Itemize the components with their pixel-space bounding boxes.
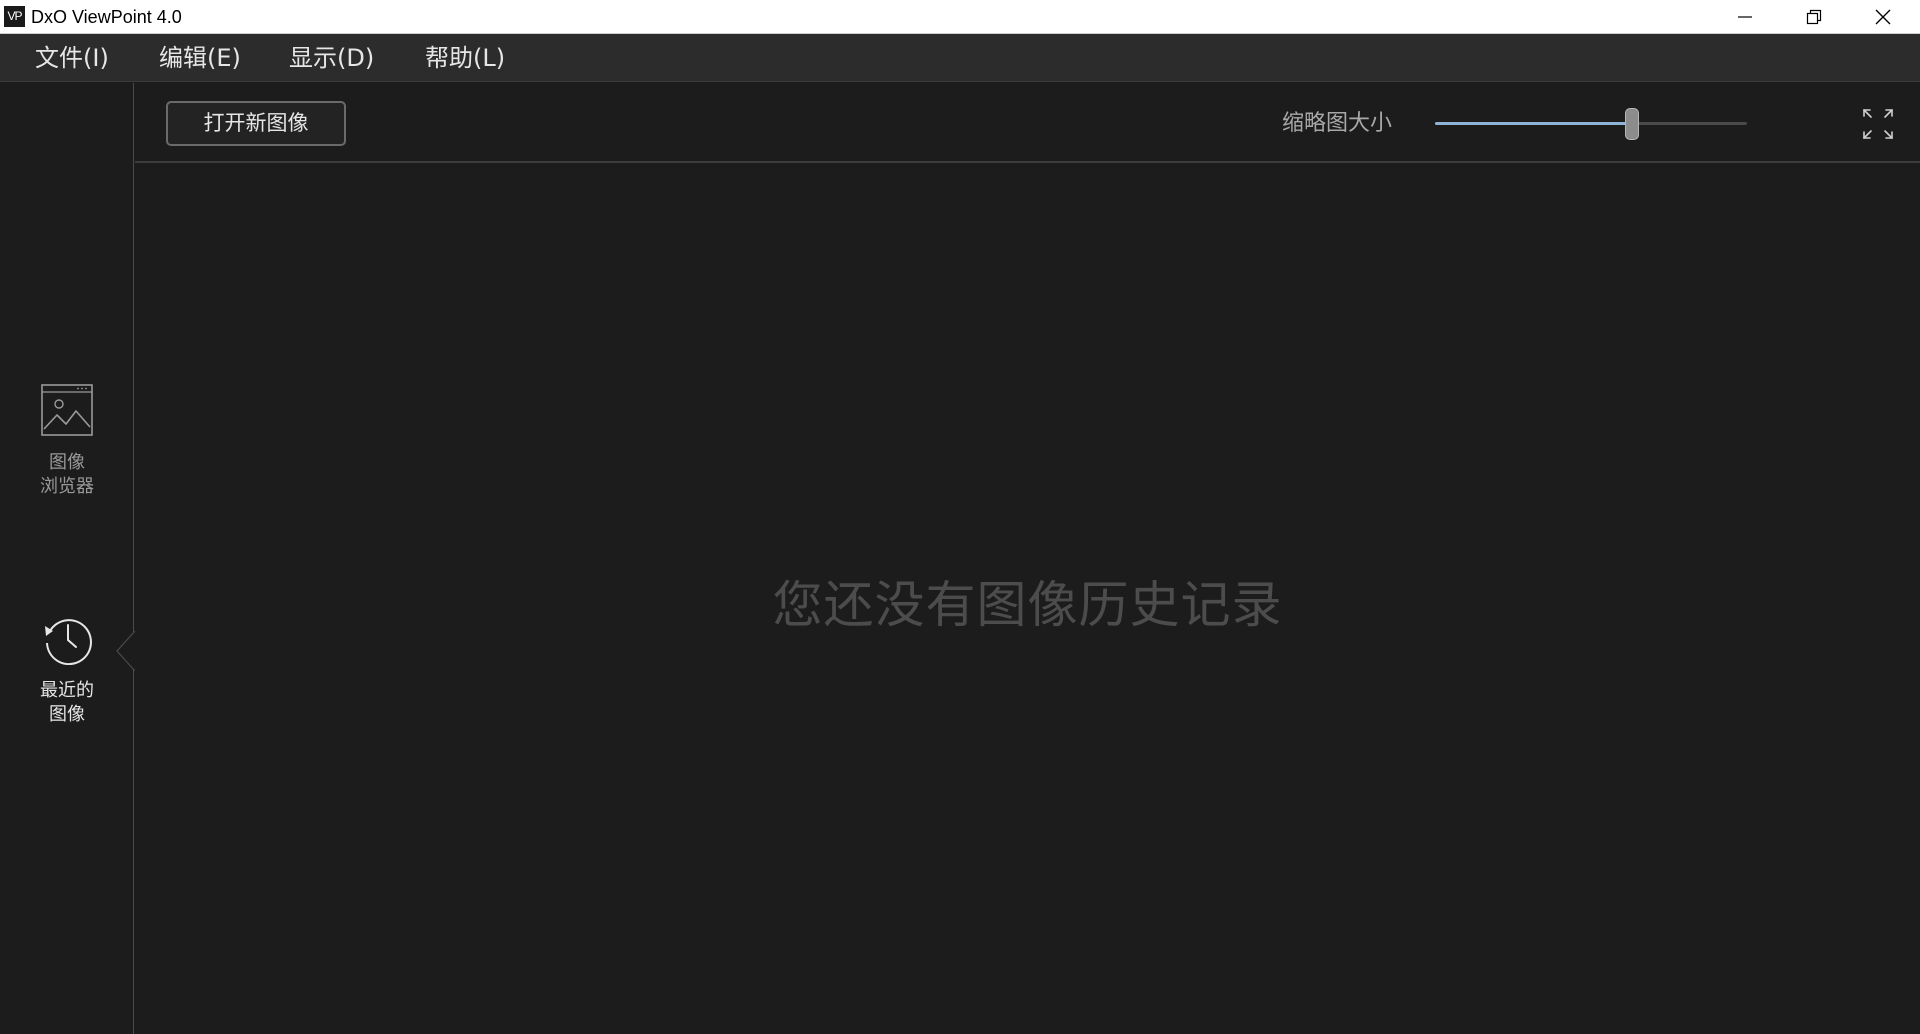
sidebar-label-line2: 浏览器	[40, 476, 94, 497]
menu-help[interactable]: 帮助(L)	[425, 34, 505, 82]
restore-icon	[1806, 9, 1822, 25]
sidebar-label-line2: 图像	[49, 704, 85, 725]
sidebar-item-image-browser[interactable]: 图像 浏览器	[0, 383, 134, 499]
active-item-pointer	[116, 631, 136, 671]
sidebar-item-label: 图像 浏览器	[0, 451, 134, 499]
restore-button[interactable]	[1779, 0, 1849, 34]
sidebar: 图像 浏览器 最近的 图像	[0, 83, 136, 1034]
fullscreen-expand-icon	[1863, 109, 1893, 139]
window-title: DxO ViewPoint 4.0	[31, 7, 182, 27]
sidebar-label-line1: 最近的	[40, 680, 94, 701]
slider-thumb[interactable]	[1625, 108, 1639, 140]
fullscreen-button[interactable]	[1861, 107, 1895, 141]
menu-edit[interactable]: 编辑(E)	[159, 34, 241, 82]
close-icon	[1875, 9, 1891, 25]
menu-view[interactable]: 显示(D)	[289, 34, 374, 82]
sidebar-item-recent-images[interactable]: 最近的 图像	[0, 613, 134, 727]
menu-file[interactable]: 文件(I)	[35, 34, 109, 82]
thumbnail-size-slider[interactable]	[1435, 107, 1747, 141]
slider-fill	[1435, 122, 1632, 125]
toolbar: 打开新图像 缩略图大小	[135, 83, 1920, 163]
minimize-button[interactable]	[1710, 0, 1780, 34]
image-browser-icon	[41, 384, 93, 436]
sidebar-label-line1: 图像	[49, 452, 85, 473]
empty-history-message: 您还没有图像历史记录	[772, 576, 1283, 634]
close-button[interactable]	[1848, 0, 1918, 34]
main-content: 您还没有图像历史记录	[135, 165, 1920, 1034]
title-bar: VP DxO ViewPoint 4.0	[0, 0, 1920, 34]
thumbnail-size-label: 缩略图大小	[1282, 111, 1393, 136]
sidebar-item-label: 最近的 图像	[0, 679, 134, 727]
open-new-image-button[interactable]: 打开新图像	[166, 101, 346, 146]
menu-bar: 文件(I) 编辑(E) 显示(D) 帮助(L)	[0, 34, 1920, 82]
minimize-icon	[1738, 16, 1752, 18]
history-clock-icon	[45, 619, 92, 665]
app-logo: VP	[4, 6, 25, 27]
